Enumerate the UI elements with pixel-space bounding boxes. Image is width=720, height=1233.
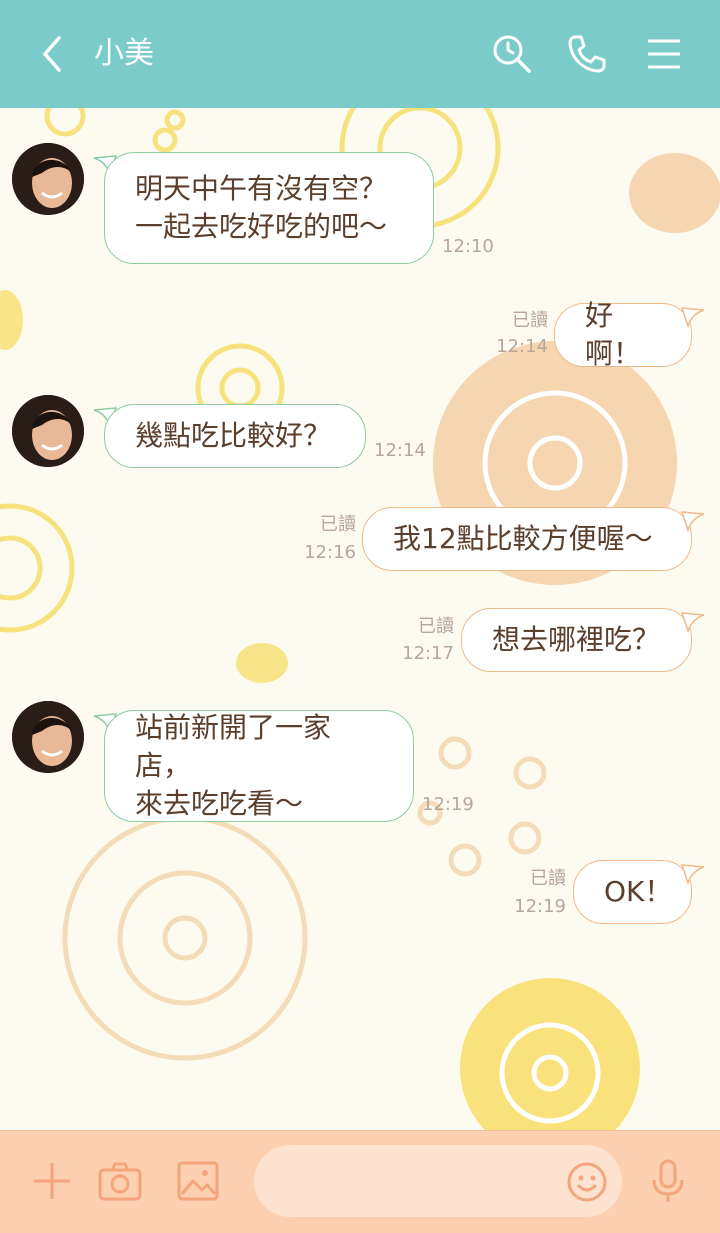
search-button[interactable] <box>488 30 536 78</box>
read-receipt: 已讀 <box>320 514 356 535</box>
plus-icon <box>34 1163 70 1199</box>
bubble-tail <box>680 511 705 532</box>
message-time: 12:10 <box>442 236 494 257</box>
message-bubble-outgoing[interactable]: 好啊！ <box>554 299 692 370</box>
mic-icon <box>652 1159 684 1202</box>
camera-icon <box>98 1162 142 1201</box>
voice-button[interactable] <box>644 1155 692 1207</box>
message-bubble-incoming[interactable]: 明天中午有沒有空？ 一起去吃好吃的吧～ <box>104 152 434 264</box>
contact-avatar[interactable] <box>12 701 84 773</box>
message-bubble-outgoing[interactable]: 想去哪裡吃？ <box>461 608 692 672</box>
chat-title: 小美 <box>94 36 154 71</box>
message-text: 好啊！ <box>585 299 642 370</box>
phone-icon <box>568 35 606 73</box>
search-icon <box>493 35 531 73</box>
bubble-tail <box>680 307 705 328</box>
back-icon <box>43 36 61 72</box>
bubble-tail <box>680 864 705 885</box>
message-bubble-incoming[interactable]: 幾點吃比較好？ <box>104 404 366 468</box>
message-text: 站前新開了一家店， <box>135 711 332 782</box>
plus-button[interactable] <box>28 1157 76 1205</box>
image-icon <box>177 1161 219 1201</box>
emoji-button[interactable] <box>564 1159 610 1205</box>
contact-avatar[interactable] <box>12 143 84 215</box>
image-button[interactable] <box>172 1157 224 1205</box>
menu-icon <box>648 39 680 69</box>
read-receipt: 已讀 <box>418 616 454 637</box>
message-text: 想去哪裡吃？ <box>492 623 661 656</box>
avatar-image <box>12 395 84 467</box>
back-button[interactable] <box>28 30 76 78</box>
message-text: 幾點吃比較好？ <box>135 419 332 452</box>
message-time: 12:19 <box>514 896 566 917</box>
message-text: 明天中午有沒有空？ <box>135 172 388 205</box>
message-time: 12:17 <box>402 643 454 664</box>
message-time: 12:14 <box>374 440 426 461</box>
camera-button[interactable] <box>94 1157 146 1205</box>
emoji-icon <box>567 1162 607 1202</box>
chat-header: 小美 <box>0 0 720 108</box>
bubble-tail <box>680 612 705 633</box>
contact-avatar[interactable] <box>12 395 84 467</box>
message-text: OK！ <box>604 875 673 908</box>
message-bubble-incoming[interactable]: 站前新開了一家店， 來去吃吃看～ <box>104 710 414 822</box>
message-time: 12:14 <box>496 336 548 357</box>
read-receipt: 已讀 <box>512 310 548 331</box>
message-text: 我12點比較方便喔～ <box>393 522 653 555</box>
avatar-image <box>12 143 84 215</box>
message-text: 一起去吃好吃的吧～ <box>135 210 388 243</box>
message-time: 12:19 <box>422 794 474 815</box>
message-bubble-outgoing[interactable]: 我12點比較方便喔～ <box>362 507 692 571</box>
message-text: 來去吃吃看～ <box>135 787 304 820</box>
message-bubble-outgoing[interactable]: OK！ <box>573 860 692 924</box>
call-button[interactable] <box>563 30 611 78</box>
message-time: 12:16 <box>304 542 356 563</box>
menu-button[interactable] <box>640 30 688 78</box>
avatar-image <box>12 701 84 773</box>
message-input-bar <box>0 1130 720 1233</box>
read-receipt: 已讀 <box>530 868 566 889</box>
